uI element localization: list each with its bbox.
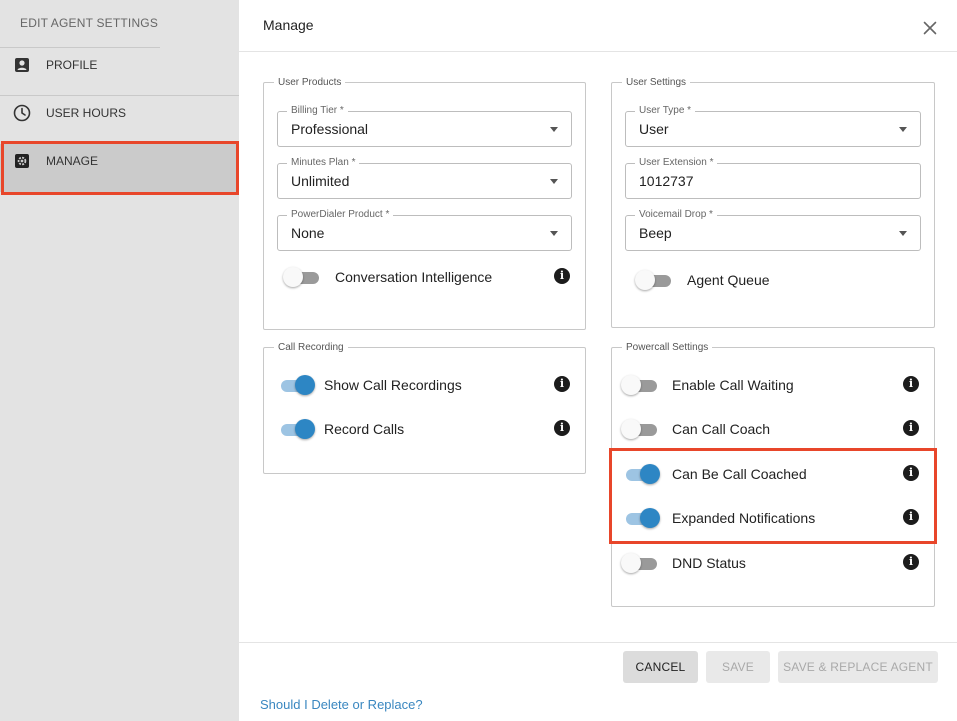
info-icon[interactable]: i [903,376,919,392]
gear-icon [13,152,31,170]
field-label: Billing Tier * [287,105,348,116]
conversation-intelligence-toggle[interactable] [283,267,321,287]
clock-icon [13,104,31,122]
toggle-label: DND Status [672,555,746,571]
enable-call-waiting-toggle[interactable] [621,375,659,395]
show-call-recordings-row: Show Call Recordings [277,374,567,398]
powerdialer-product-select[interactable]: PowerDialer Product * None [277,209,572,251]
group-legend: User Products [278,77,342,88]
info-icon[interactable]: i [903,554,919,570]
sidebar-item-label: PROFILE [46,58,98,72]
page-title: Manage [263,17,314,33]
field-value: User [639,121,669,137]
field-label: Minutes Plan * [287,157,360,168]
record-calls-toggle[interactable] [277,419,315,439]
group-legend: User Settings [626,77,687,88]
info-icon[interactable]: i [903,509,919,525]
sidebar: EDIT AGENT SETTINGS PROFILE USER HOURS M… [0,0,239,721]
field-value: None [291,225,325,241]
expanded-notifications-toggle[interactable] [622,508,660,528]
agent-queue-row: Agent Queue [635,269,915,293]
footer-divider [239,642,957,643]
conversation-intelligence-row: Conversation Intelligence [283,266,573,290]
toggle-label: Show Call Recordings [324,377,462,393]
sidebar-item-profile[interactable]: PROFILE [0,41,239,89]
close-button[interactable] [923,21,937,35]
field-label: User Extension * [635,157,718,168]
profile-icon [13,56,31,74]
cancel-button[interactable]: CANCEL [623,651,698,683]
dnd-status-toggle[interactable] [621,553,659,573]
can-call-coach-row: Can Call Coach [621,418,911,442]
caret-down-icon [899,231,907,236]
sidebar-item-manage[interactable]: MANAGE [0,144,239,192]
sidebar-item-user-hours[interactable]: USER HOURS [0,89,239,137]
close-icon [923,21,937,35]
caret-down-icon [550,231,558,236]
field-label: Voicemail Drop * [635,209,717,220]
group-legend: Call Recording [278,342,344,353]
caret-down-icon [550,179,558,184]
save-button[interactable]: SAVE [706,651,770,683]
group-legend: Powercall Settings [626,342,709,353]
show-call-recordings-toggle[interactable] [277,375,315,395]
sidebar-item-label: USER HOURS [46,106,127,120]
can-be-call-coached-row: Can Be Call Coached [622,463,912,487]
delete-or-replace-help-link[interactable]: Should I Delete or Replace? [260,697,423,712]
caret-down-icon [899,127,907,132]
field-value: Beep [639,225,672,241]
toggle-label: Agent Queue [687,272,770,288]
sidebar-title: EDIT AGENT SETTINGS [20,16,159,30]
field-value: 1012737 [639,173,694,189]
info-icon[interactable]: i [554,376,570,392]
field-value: Professional [291,121,369,137]
toggle-label: Record Calls [324,421,405,437]
toggle-label: Expanded Notifications [672,510,816,526]
field-label: User Type * [635,105,696,116]
expanded-notifications-row: Expanded Notifications [622,507,912,531]
record-calls-row: Record Calls [277,418,567,442]
can-be-call-coached-toggle[interactable] [622,464,660,484]
save-replace-agent-button[interactable]: SAVE & REPLACE AGENT [778,651,938,683]
toggle-label: Can Call Coach [672,421,771,437]
user-type-select[interactable]: User Type * User [625,105,921,147]
toggle-label: Conversation Intelligence [335,269,493,285]
user-extension-field[interactable]: User Extension * 1012737 [625,157,921,199]
enable-call-waiting-row: Enable Call Waiting [621,374,911,398]
caret-down-icon [550,127,558,132]
agent-queue-toggle[interactable] [635,270,673,290]
field-label: PowerDialer Product * [287,209,394,220]
panel-header: Manage [239,0,957,52]
sidebar-item-label: MANAGE [46,154,99,168]
field-value: Unlimited [291,173,350,189]
voicemail-drop-select[interactable]: Voicemail Drop * Beep [625,209,921,251]
info-icon[interactable]: i [554,420,570,436]
minutes-plan-select[interactable]: Minutes Plan * Unlimited [277,157,572,199]
toggle-label: Enable Call Waiting [672,377,794,393]
info-icon[interactable]: i [903,465,919,481]
call-recording-group: Call Recording [263,342,586,474]
manage-panel: Manage User Products Billing Tier * Prof… [239,0,957,721]
toggle-label: Can Be Call Coached [672,466,807,482]
can-call-coach-toggle[interactable] [621,419,659,439]
dnd-status-row: DND Status [621,552,911,576]
info-icon[interactable]: i [903,420,919,436]
info-icon[interactable]: i [554,268,570,284]
billing-tier-select[interactable]: Billing Tier * Professional [277,105,572,147]
